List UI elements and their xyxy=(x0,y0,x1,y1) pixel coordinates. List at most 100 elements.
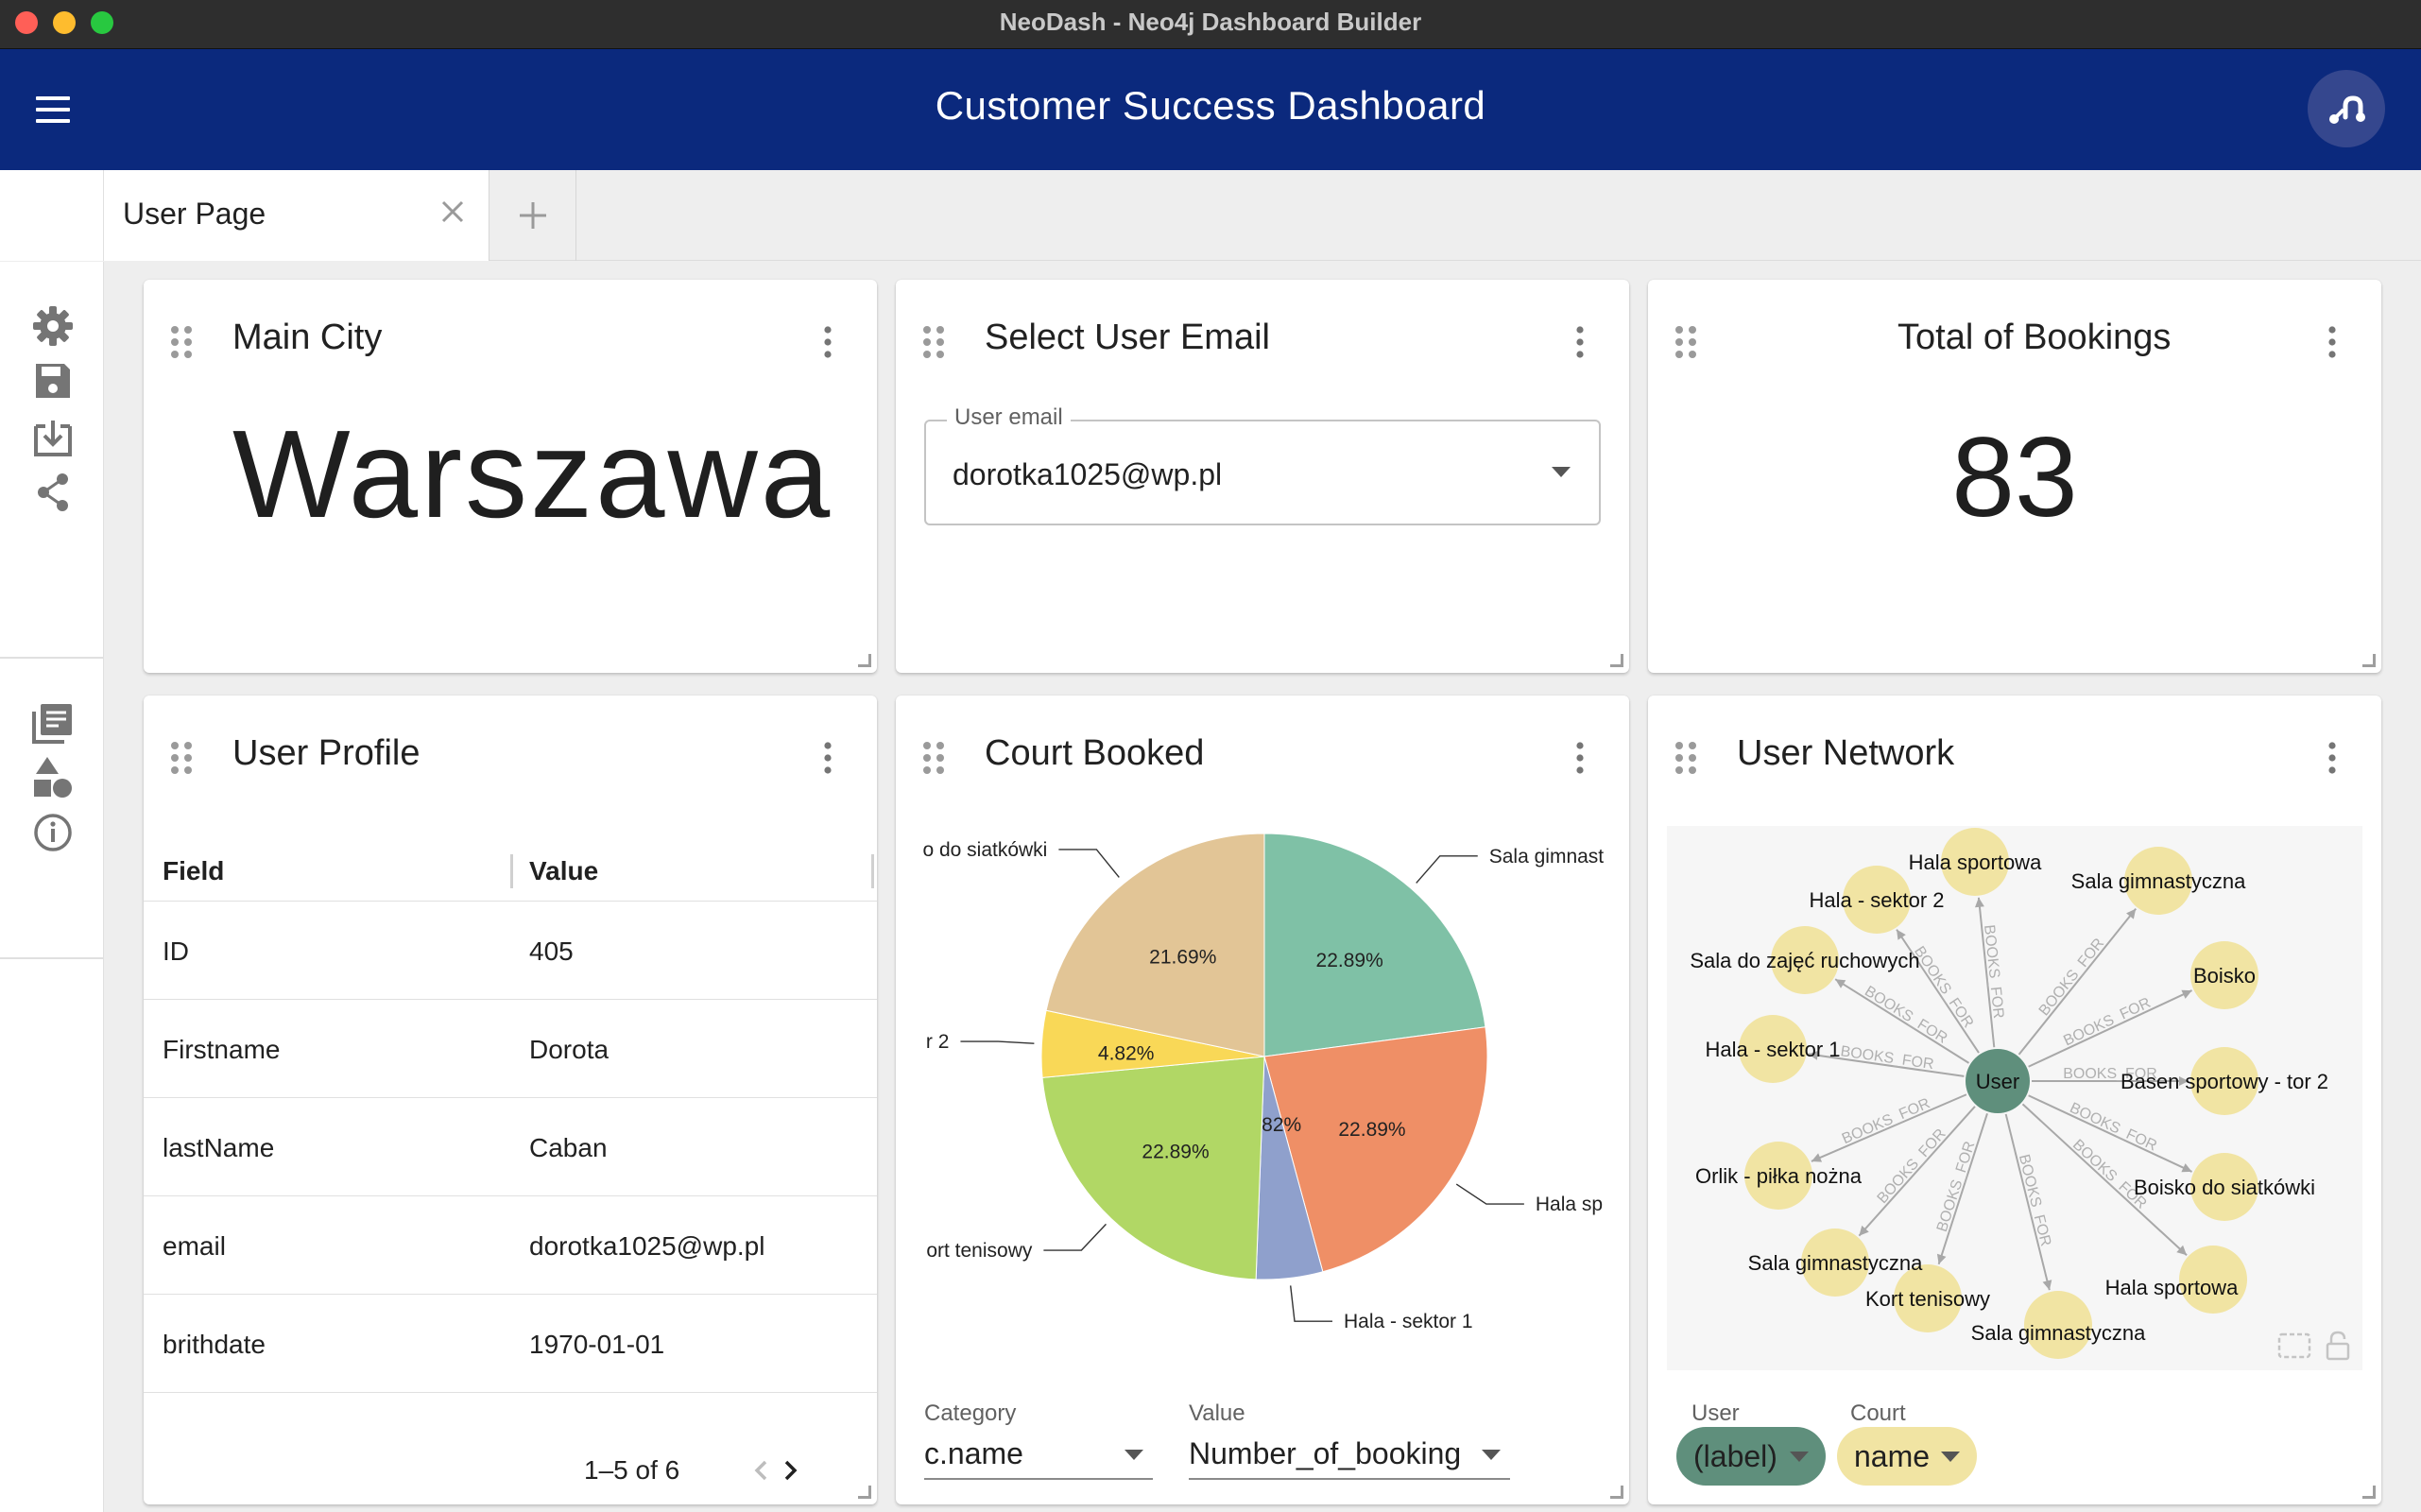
more-options-icon[interactable] xyxy=(2323,323,2342,361)
value-value: Number_of_booking xyxy=(1189,1436,1462,1470)
pie-category-label: Sala gimnast xyxy=(1489,846,1605,868)
pie-slice[interactable] xyxy=(1263,833,1486,1057)
category-label: Category xyxy=(924,1400,1017,1426)
resize-handle[interactable] xyxy=(858,1486,871,1499)
select-label: User email xyxy=(947,404,1071,431)
drag-handle-icon[interactable] xyxy=(1673,739,1699,777)
column-separator[interactable] xyxy=(871,854,874,888)
sidebar-divider xyxy=(0,957,104,959)
column-header-field[interactable]: Field xyxy=(163,856,224,886)
graph-edge-label: BOOKS_FOR xyxy=(1862,984,1949,1047)
chevron-right-icon[interactable] xyxy=(775,1455,805,1486)
resize-handle[interactable] xyxy=(1610,1486,1623,1499)
graph-node-label: Basen sportowy - tor 2 xyxy=(2121,1070,2328,1093)
more-options-icon[interactable] xyxy=(2323,739,2342,777)
app-header: Customer Success Dashboard xyxy=(0,49,2421,170)
chevron-down-icon[interactable] xyxy=(1482,1450,1501,1460)
legend-user-chip[interactable]: (label) xyxy=(1676,1427,1826,1486)
graph-edge-label: BOOKS_FOR xyxy=(1934,1140,1979,1234)
legend-user-label: User xyxy=(1691,1400,1740,1426)
card-total-bookings: Total of Bookings 83 xyxy=(1648,280,2381,673)
more-options-icon[interactable] xyxy=(818,739,837,777)
graph-canvas[interactable]: BOOKS_FOR BOOKS_FOR BOOKS_FOR BOOKS_FOR BOOK… xyxy=(1667,826,2362,1370)
graph-node-label: Boisko do siatkówki xyxy=(2134,1176,2315,1199)
tab-user-page[interactable]: User Page xyxy=(104,170,489,261)
library-icon[interactable] xyxy=(28,698,77,747)
chevron-left-icon[interactable] xyxy=(747,1455,777,1486)
legend-court-label: Court xyxy=(1850,1400,1906,1426)
download-icon[interactable] xyxy=(28,413,77,462)
pagination-info: 1–5 of 6 xyxy=(584,1455,680,1485)
card-title: User Profile xyxy=(232,733,421,773)
share-icon[interactable] xyxy=(28,468,77,517)
add-page-button[interactable] xyxy=(489,170,576,261)
table-header: Field Value xyxy=(144,841,877,902)
tabs-spacer xyxy=(0,170,104,261)
graph-node-label: Sala gimnastyczna xyxy=(1971,1321,2146,1345)
drag-handle-icon[interactable] xyxy=(1673,323,1699,361)
category-select[interactable]: c.name xyxy=(924,1431,1153,1480)
resize-handle[interactable] xyxy=(2362,654,2376,667)
pie-slice-value-label: 4.82% xyxy=(1098,1042,1155,1064)
resize-handle[interactable] xyxy=(2362,1486,2376,1499)
value-select[interactable]: Number_of_booking xyxy=(1189,1431,1510,1480)
card-title: Select User Email xyxy=(985,318,1270,357)
column-header-value[interactable]: Value xyxy=(529,856,598,886)
user-email-select[interactable]: User email dorotka1025@wp.pl xyxy=(924,404,1601,525)
column-separator[interactable] xyxy=(510,854,513,888)
resize-handle[interactable] xyxy=(1610,654,1623,667)
chevron-down-icon[interactable] xyxy=(1941,1452,1960,1462)
pie-slice-value-label: 21.69% xyxy=(1149,947,1216,969)
cell-field: email xyxy=(163,1231,226,1261)
legend-user-value: (label) xyxy=(1693,1439,1777,1473)
save-icon[interactable] xyxy=(28,356,77,405)
close-icon[interactable] xyxy=(436,195,470,229)
card-title: Main City xyxy=(232,318,383,357)
graph-node-label: Sala gimnastyczna xyxy=(1748,1251,1923,1275)
sidebar xyxy=(0,262,104,1512)
sidebar-divider xyxy=(0,657,104,659)
pie-leader-line xyxy=(960,1040,1035,1044)
chevron-down-icon[interactable] xyxy=(1790,1452,1809,1462)
table-row[interactable]: Firstname Dorota xyxy=(144,1000,877,1098)
info-icon[interactable] xyxy=(28,808,77,857)
more-options-icon[interactable] xyxy=(818,323,837,361)
drag-handle-icon[interactable] xyxy=(920,739,947,777)
network-graph[interactable]: BOOKS_FOR BOOKS_FORBOOKS_FORBOOKS_FORBOOK… xyxy=(1667,826,2362,1370)
table-row[interactable]: email dorotka1025@wp.pl xyxy=(144,1196,877,1295)
pie-leader-line xyxy=(1455,1183,1524,1205)
pie-category-label: o do siatkówki xyxy=(922,839,1047,861)
pie-leader-line xyxy=(1043,1223,1107,1251)
pie-category-label: Hala - sektor 1 xyxy=(1344,1311,1473,1332)
page-tabs: User Page xyxy=(0,170,2421,261)
graph-node-label: Kort tenisowy xyxy=(1865,1287,1990,1311)
drag-handle-icon[interactable] xyxy=(920,323,947,361)
card-title: Total of Bookings xyxy=(1897,318,2172,357)
drag-handle-icon[interactable] xyxy=(168,739,195,777)
more-options-icon[interactable] xyxy=(1571,323,1589,361)
table-row[interactable]: ID 405 xyxy=(144,902,877,1000)
cell-field: ID xyxy=(163,936,189,966)
window-title: NeoDash - Neo4j Dashboard Builder xyxy=(999,8,1422,36)
table-row[interactable]: lastName Caban xyxy=(144,1098,877,1196)
legend-court-chip[interactable]: name xyxy=(1837,1427,1977,1486)
graph-node-label: Boisko xyxy=(2193,964,2256,988)
gear-icon[interactable] xyxy=(28,301,77,351)
shapes-icon[interactable] xyxy=(28,753,77,802)
neo4j-connection-icon[interactable] xyxy=(2308,70,2385,147)
chevron-down-icon[interactable] xyxy=(1125,1450,1143,1460)
chevron-down-icon[interactable] xyxy=(1552,467,1571,477)
card-court-booked: Court Booked 22.89% Sala gimnast 22.89% Hal… xyxy=(896,696,1629,1504)
pie-chart[interactable]: 22.89% Sala gimnast 22.89% Hala sp 4.82% Hala… xyxy=(896,799,1629,1366)
pie-slice[interactable] xyxy=(1041,1056,1265,1280)
more-options-icon[interactable] xyxy=(1571,739,1589,777)
dashboard-title[interactable]: Customer Success Dashboard xyxy=(0,83,2421,129)
fit-view-icon[interactable] xyxy=(2275,1329,2313,1363)
drag-handle-icon[interactable] xyxy=(168,323,195,361)
pie-slice-value-label: 22.89% xyxy=(1142,1142,1209,1163)
cell-value: dorotka1025@wp.pl xyxy=(529,1231,765,1261)
table-row[interactable]: brithdate 1970-01-01 xyxy=(144,1295,877,1393)
category-value: c.name xyxy=(924,1436,1023,1470)
lock-icon[interactable] xyxy=(2323,1329,2353,1363)
resize-handle[interactable] xyxy=(858,654,871,667)
